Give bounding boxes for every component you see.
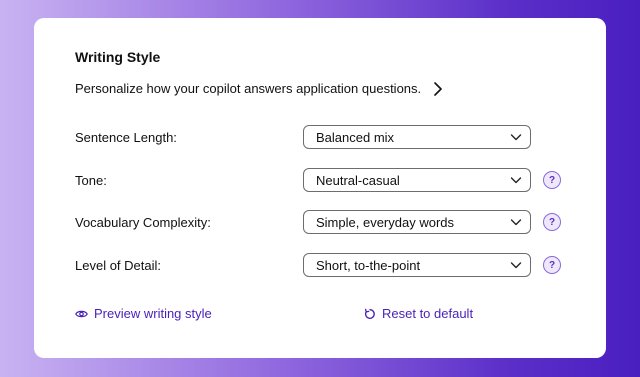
preview-label: Preview writing style — [94, 306, 212, 321]
setting-label: Level of Detail: — [75, 257, 161, 273]
reset-icon — [364, 308, 382, 320]
chevron-down-icon — [510, 216, 522, 231]
chevron-right-icon[interactable] — [433, 81, 443, 96]
help-icon[interactable]: ? — [543, 213, 561, 231]
subtitle-row[interactable]: Personalize how your copilot answers app… — [75, 81, 443, 96]
section-title: Writing Style — [75, 49, 161, 65]
sentence-length-select[interactable]: Balanced mix — [303, 125, 531, 149]
select-value: Simple, everyday words — [316, 214, 454, 230]
setting-label: Sentence Length: — [75, 129, 177, 145]
chevron-down-icon — [510, 259, 522, 274]
setting-row-tone: Tone: Neutral-casual ? — [75, 167, 585, 193]
help-icon[interactable]: ? — [543, 256, 561, 274]
subtitle-text: Personalize how your copilot answers app… — [75, 81, 422, 96]
setting-row-sentence-length: Sentence Length: Balanced mix — [75, 124, 585, 150]
setting-label: Tone: — [75, 172, 107, 188]
reset-label: Reset to default — [382, 306, 474, 321]
setting-label: Vocabulary Complexity: — [75, 214, 211, 230]
help-icon[interactable]: ? — [543, 171, 561, 189]
writing-style-card: Writing Style Personalize how your copil… — [34, 18, 606, 358]
select-value: Short, to-the-point — [316, 257, 421, 273]
select-value: Neutral-casual — [316, 172, 400, 188]
reset-to-default-link[interactable]: Reset to default — [364, 306, 473, 321]
eye-icon — [75, 309, 94, 319]
select-value: Balanced mix — [316, 129, 395, 145]
level-of-detail-select[interactable]: Short, to-the-point — [303, 253, 531, 277]
chevron-down-icon — [510, 131, 522, 146]
vocabulary-complexity-select[interactable]: Simple, everyday words — [303, 210, 531, 234]
preview-writing-style-link[interactable]: Preview writing style — [75, 306, 212, 321]
chevron-down-icon — [510, 174, 522, 189]
tone-select[interactable]: Neutral-casual — [303, 168, 531, 192]
setting-row-vocabulary-complexity: Vocabulary Complexity: Simple, everyday … — [75, 209, 585, 235]
setting-row-level-of-detail: Level of Detail: Short, to-the-point ? — [75, 252, 585, 278]
